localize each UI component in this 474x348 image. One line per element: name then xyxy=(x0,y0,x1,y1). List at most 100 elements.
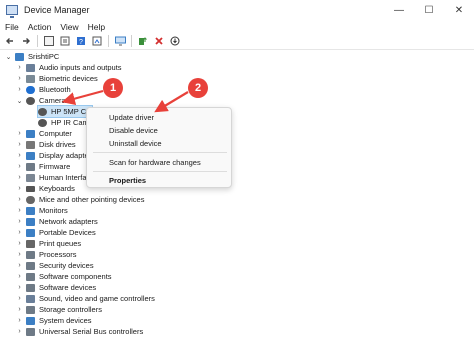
menu-action[interactable]: Action xyxy=(28,22,52,32)
menu-help[interactable]: Help xyxy=(88,22,105,32)
tree-item-monitors[interactable]: › Monitors xyxy=(16,205,68,216)
chevron-right-icon[interactable]: › xyxy=(16,284,23,291)
uninstall-icon[interactable] xyxy=(153,35,165,47)
tree-item-print-queues[interactable]: › Print queues xyxy=(16,238,81,249)
tree-item-firmware[interactable]: › Firmware xyxy=(16,161,70,172)
chevron-right-icon[interactable]: › xyxy=(16,152,23,159)
tree-item-label: Network adapters xyxy=(39,217,98,226)
show-hidden-icon[interactable] xyxy=(91,35,103,47)
back-icon[interactable] xyxy=(4,35,16,47)
tree-item-system-devices[interactable]: › System devices xyxy=(16,315,91,326)
tree-item-human-interface[interactable]: › Human Interfa xyxy=(16,172,86,183)
camera-icon xyxy=(38,118,47,127)
chevron-right-icon[interactable]: › xyxy=(16,141,23,148)
chevron-right-icon[interactable]: › xyxy=(16,86,23,93)
forward-icon[interactable] xyxy=(20,35,32,47)
monitor-icon[interactable] xyxy=(114,35,126,47)
tree-item-hp-5mp-camera[interactable]: HP 5MP Ca xyxy=(36,105,94,118)
firmware-icon xyxy=(26,162,35,171)
usb-icon xyxy=(26,327,35,336)
tree-item-label: Sound, video and game controllers xyxy=(39,294,155,303)
tree-item-portable-devices[interactable]: › Portable Devices xyxy=(16,227,95,238)
tree-item-usb-controllers[interactable]: › Universal Serial Bus controllers xyxy=(16,326,143,337)
menu-bar: File Action View Help xyxy=(0,20,474,33)
chevron-right-icon[interactable]: › xyxy=(16,240,23,247)
tree-item-label: Universal Serial Bus controllers xyxy=(39,327,144,336)
chevron-right-icon[interactable]: › xyxy=(16,64,23,71)
chevron-right-icon[interactable]: › xyxy=(16,317,23,324)
tree-item-mice[interactable]: › Mice and other pointing devices xyxy=(16,194,144,205)
toolbar-separator xyxy=(37,35,38,47)
software-component-icon xyxy=(26,272,35,281)
chevron-right-icon[interactable]: › xyxy=(16,251,23,258)
update-driver-icon[interactable] xyxy=(137,35,149,47)
menu-item-disable-device[interactable]: Disable device xyxy=(109,126,158,135)
tree-item-network-adapters[interactable]: › Network adapters xyxy=(16,216,98,227)
tree-item-software-components[interactable]: › Software components xyxy=(16,271,111,282)
tree-item-disk-drives[interactable]: › Disk drives xyxy=(16,139,75,150)
chevron-right-icon[interactable]: › xyxy=(16,185,23,192)
tree-item-cameras[interactable]: ⌄ Cameras xyxy=(16,95,70,106)
download-icon[interactable] xyxy=(169,35,181,47)
chevron-right-icon[interactable]: › xyxy=(16,130,23,137)
tree-item-bluetooth[interactable]: › Bluetooth xyxy=(16,84,71,95)
chevron-right-icon[interactable]: › xyxy=(16,229,23,236)
chevron-right-icon[interactable]: › xyxy=(16,295,23,302)
menu-file[interactable]: File xyxy=(5,22,19,32)
tree-item-audio[interactable]: › Audio inputs and outputs xyxy=(16,62,122,73)
tree-item-processors[interactable]: › Processors xyxy=(16,249,76,260)
camera-icon xyxy=(26,96,35,105)
properties-icon[interactable] xyxy=(59,35,71,47)
tree-item-label: Cameras xyxy=(39,96,70,105)
tree-root[interactable]: ⌄ SrishtiPC xyxy=(5,51,60,62)
menu-item-scan-hardware[interactable]: Scan for hardware changes xyxy=(109,158,201,167)
tree-item-storage-controllers[interactable]: › Storage controllers xyxy=(16,304,102,315)
toolbar-separator xyxy=(131,35,132,47)
tree-item-keyboards[interactable]: › Keyboards xyxy=(16,183,75,194)
sound-icon xyxy=(26,294,35,303)
tree-item-hp-ir-camera[interactable]: HP IR Cam xyxy=(38,117,89,128)
tree-item-label: Print queues xyxy=(39,239,82,248)
chevron-right-icon[interactable]: › xyxy=(16,75,23,82)
tree-item-label: Software devices xyxy=(39,283,97,292)
menu-view[interactable]: View xyxy=(60,22,78,32)
display-adapter-icon xyxy=(26,151,35,160)
computer-icon xyxy=(26,129,35,138)
chevron-right-icon[interactable]: › xyxy=(16,306,23,313)
tree-root-label: SrishtiPC xyxy=(28,52,60,61)
chevron-down-icon[interactable]: ⌄ xyxy=(5,53,12,61)
tree-item-computer[interactable]: › Computer xyxy=(16,128,72,139)
chevron-right-icon[interactable]: › xyxy=(16,196,23,203)
device-tree: ⌄ SrishtiPC › Audio inputs and outputs ›… xyxy=(0,51,474,348)
bluetooth-icon xyxy=(26,85,35,94)
tree-item-display-adapters[interactable]: › Display adapte xyxy=(16,150,88,161)
tree-item-label: Bluetooth xyxy=(39,85,71,94)
tree-item-label: Audio inputs and outputs xyxy=(39,63,122,72)
window-title: Device Manager xyxy=(24,5,90,15)
annotation-badge-1: 1 xyxy=(103,78,123,98)
chevron-right-icon[interactable]: › xyxy=(16,174,23,181)
minimize-button[interactable]: — xyxy=(384,0,414,20)
monitor-icon xyxy=(26,206,35,215)
chevron-right-icon[interactable]: › xyxy=(16,163,23,170)
chevron-right-icon[interactable]: › xyxy=(16,328,23,335)
tree-item-label: Monitors xyxy=(39,206,68,215)
chevron-right-icon[interactable]: › xyxy=(16,273,23,280)
close-button[interactable]: ✕ xyxy=(444,0,474,20)
properties-pane-icon[interactable] xyxy=(43,35,55,47)
menu-item-update-driver[interactable]: Update driver xyxy=(109,113,154,122)
menu-item-properties[interactable]: Properties xyxy=(109,176,146,185)
menu-item-uninstall-device[interactable]: Uninstall device xyxy=(109,139,162,148)
maximize-button[interactable]: ☐ xyxy=(414,0,444,20)
tree-item-software-devices[interactable]: › Software devices xyxy=(16,282,96,293)
chevron-right-icon[interactable]: › xyxy=(16,262,23,269)
software-device-icon xyxy=(26,283,35,292)
help-icon[interactable]: ? xyxy=(75,35,87,47)
chevron-right-icon[interactable]: › xyxy=(16,207,23,214)
tree-item-biometric[interactable]: › Biometric devices xyxy=(16,73,97,84)
chevron-down-icon[interactable]: ⌄ xyxy=(16,97,23,105)
tree-item-security-devices[interactable]: › Security devices xyxy=(16,260,93,271)
chevron-right-icon[interactable]: › xyxy=(16,218,23,225)
tree-item-sound-video[interactable]: › Sound, video and game controllers xyxy=(16,293,155,304)
tree-item-label: Storage controllers xyxy=(39,305,102,314)
